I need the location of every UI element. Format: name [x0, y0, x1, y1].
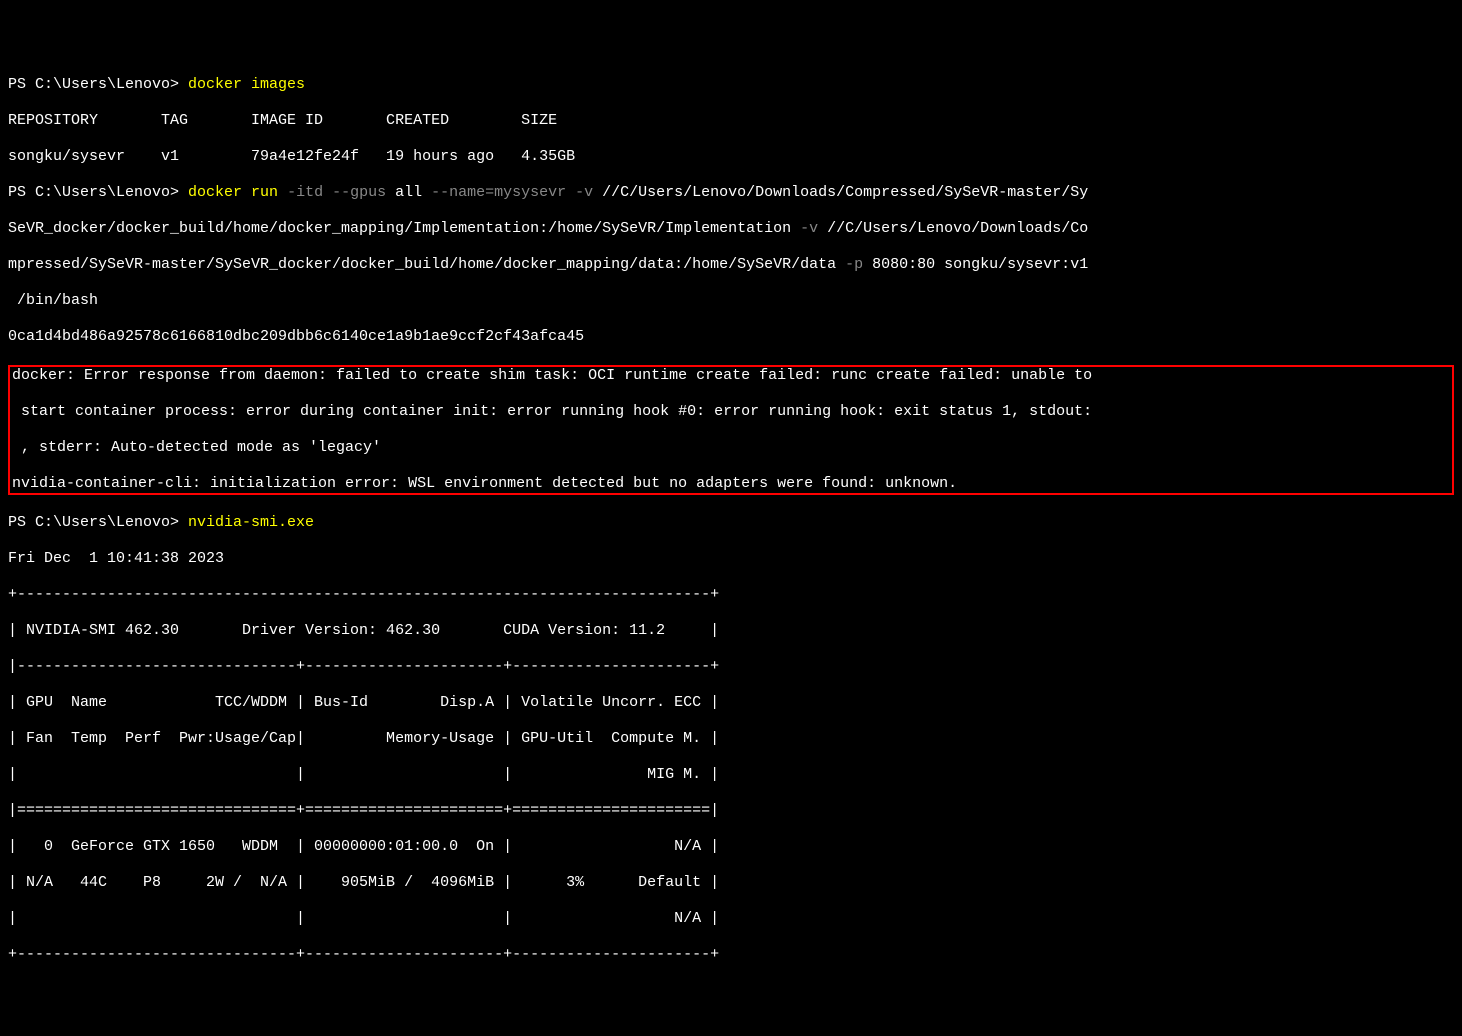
error-line-3: , stderr: Auto-detected mode as 'legacy': [12, 439, 1450, 457]
path-arg: //C/Users/Lenovo/Downloads/Compressed/Sy…: [602, 184, 1088, 201]
smi-header-1: | GPU Name TCC/WDDM | Bus-Id Disp.A | Vo…: [8, 694, 1454, 712]
images-subcmd: images: [251, 76, 305, 93]
docker-cmd: docker: [188, 184, 251, 201]
flags: -v: [800, 220, 827, 237]
prompt-line-2: PS C:\Users\Lenovo> docker run -itd --gp…: [8, 184, 1454, 202]
run-subcmd: run: [251, 184, 287, 201]
error-line-2: start container process: error during co…: [12, 403, 1450, 421]
error-highlight-box: docker: Error response from daemon: fail…: [8, 365, 1454, 495]
smi-header-3: | | | MIG M. |: [8, 766, 1454, 784]
flags: --name=mysysevr -v: [431, 184, 602, 201]
rest-args: 8080:80 songku/sysevr:v1: [872, 256, 1088, 273]
nvidia-smi-cmd: nvidia-smi.exe: [188, 514, 314, 531]
flags: -p: [845, 256, 872, 273]
path-arg: mpressed/SySeVR-master/SySeVR_docker/doc…: [8, 256, 845, 273]
prompt-line-3: PS C:\Users\Lenovo> nvidia-smi.exe: [8, 514, 1454, 532]
cmd-continuation-2: mpressed/SySeVR-master/SySeVR_docker/doc…: [8, 256, 1454, 274]
docker-cmd: docker: [188, 76, 251, 93]
cmd-continuation-3: /bin/bash: [8, 292, 1454, 310]
path-arg: //C/Users/Lenovo/Downloads/Co: [827, 220, 1088, 237]
smi-border-top: +---------------------------------------…: [8, 586, 1454, 604]
ps-prompt: PS C:\Users\Lenovo>: [8, 514, 188, 531]
smi-gpu-row-2: | N/A 44C P8 2W / N/A | 905MiB / 4096MiB…: [8, 874, 1454, 892]
images-row: songku/sysevr v1 79a4e12fe24f 19 hours a…: [8, 148, 1454, 166]
container-hash: 0ca1d4bd486a92578c6166810dbc209dbb6c6140…: [8, 328, 1454, 346]
images-header: REPOSITORY TAG IMAGE ID CREATED SIZE: [8, 112, 1454, 130]
smi-divider: |-------------------------------+-------…: [8, 658, 1454, 676]
flags: -itd --gpus: [287, 184, 395, 201]
bash-arg: /bin/bash: [8, 292, 98, 309]
smi-separator: |===============================+=======…: [8, 802, 1454, 820]
smi-header-2: | Fan Temp Perf Pwr:Usage/Cap| Memory-Us…: [8, 730, 1454, 748]
path-arg: SeVR_docker/docker_build/home/docker_map…: [8, 220, 800, 237]
cmd-continuation-1: SeVR_docker/docker_build/home/docker_map…: [8, 220, 1454, 238]
error-line-1: docker: Error response from daemon: fail…: [12, 367, 1450, 385]
smi-version-row: | NVIDIA-SMI 462.30 Driver Version: 462.…: [8, 622, 1454, 640]
ps-prompt: PS C:\Users\Lenovo>: [8, 76, 188, 93]
arg-all: all: [395, 184, 431, 201]
prompt-line-1: PS C:\Users\Lenovo> docker images: [8, 76, 1454, 94]
smi-gpu-row-3: | | | N/A |: [8, 910, 1454, 928]
smi-gpu-row-1: | 0 GeForce GTX 1650 WDDM | 00000000:01:…: [8, 838, 1454, 856]
smi-date: Fri Dec 1 10:41:38 2023: [8, 550, 1454, 568]
smi-border-bottom: +-------------------------------+-------…: [8, 946, 1454, 964]
error-line-4: nvidia-container-cli: initialization err…: [12, 475, 1450, 493]
ps-prompt: PS C:\Users\Lenovo>: [8, 184, 188, 201]
